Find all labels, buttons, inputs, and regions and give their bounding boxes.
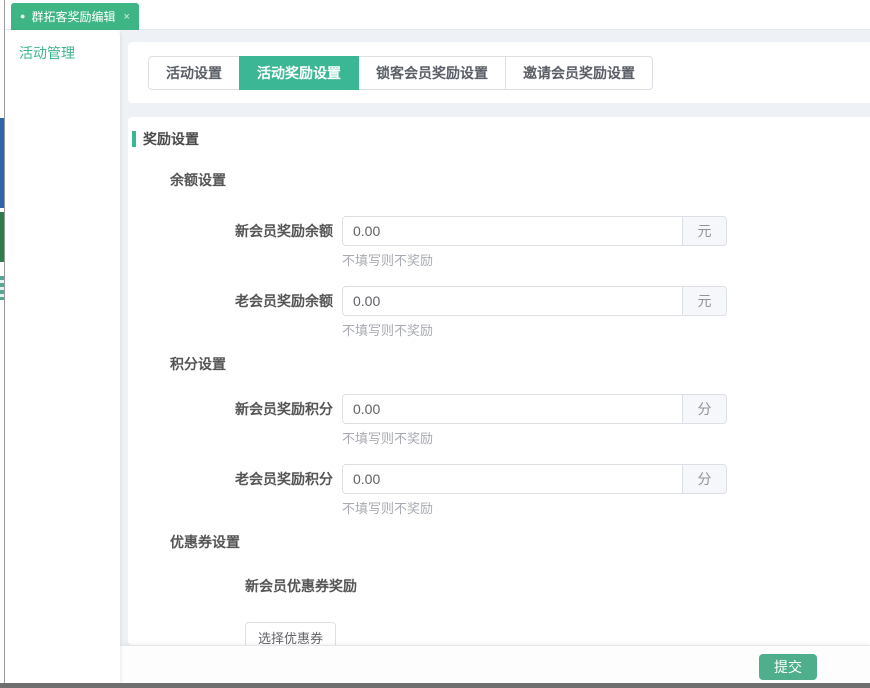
field-row: 新会员奖励余额 元 — [128, 216, 870, 246]
page-tab-bar: ● 群拓客奖励编辑 × — [5, 0, 870, 30]
sidebar: 活动管理 — [5, 30, 120, 683]
field-label: 新会员奖励积分 — [128, 394, 333, 424]
field-row: 老会员奖励积分 分 — [128, 464, 870, 494]
field-hint: 不填写则不奖励 — [342, 252, 870, 270]
reward-settings-card: 奖励设置 余额设置 新会员奖励余额 元 不填写则不奖励 老会员奖励余额 元 不填… — [128, 117, 870, 645]
field-hint: 不填写则不奖励 — [342, 430, 870, 448]
unit-suffix: 元 — [682, 287, 726, 315]
new-member-balance-input[interactable] — [343, 217, 682, 245]
section-title: 奖励设置 — [132, 130, 870, 148]
input-wrapper: 元 — [342, 286, 727, 316]
unit-suffix: 分 — [682, 395, 726, 423]
input-wrapper: 分 — [342, 394, 727, 424]
tab-activity-settings[interactable]: 活动设置 — [148, 56, 240, 90]
group-title-balance: 余额设置 — [170, 170, 870, 190]
page-tab-label: 群拓客奖励编辑 — [31, 8, 115, 25]
tab-activity-reward-settings[interactable]: 活动奖励设置 — [239, 56, 359, 90]
input-wrapper: 元 — [342, 216, 727, 246]
tabs-card: 活动设置 活动奖励设置 锁客会员奖励设置 邀请会员奖励设置 — [128, 42, 870, 103]
field-row: 新会员奖励积分 分 — [128, 394, 870, 424]
submit-button[interactable]: 提交 — [759, 654, 817, 680]
field-label: 老会员奖励积分 — [128, 464, 333, 494]
new-member-points-input[interactable] — [343, 395, 682, 423]
window-bottom-edge — [0, 683, 870, 688]
sidebar-item-activity-management[interactable]: 活动管理 — [5, 30, 120, 63]
section-title-text: 奖励设置 — [143, 129, 199, 149]
field-hint: 不填写则不奖励 — [342, 500, 870, 518]
active-dot-icon: ● — [20, 12, 25, 21]
tab-lock-member-reward-settings[interactable]: 锁客会员奖励设置 — [358, 56, 506, 90]
settings-tab-group: 活动设置 活动奖励设置 锁客会员奖励设置 邀请会员奖励设置 — [148, 56, 653, 90]
main-area: 活动设置 活动奖励设置 锁客会员奖励设置 邀请会员奖励设置 奖励设置 余额设置 … — [120, 30, 870, 683]
left-edge-artifact — [0, 118, 4, 208]
page-tab-reward-edit[interactable]: ● 群拓客奖励编辑 × — [11, 3, 139, 30]
unit-suffix: 元 — [682, 217, 726, 245]
tab-invite-member-reward-settings[interactable]: 邀请会员奖励设置 — [505, 56, 653, 90]
field-row: 老会员奖励余额 元 — [128, 286, 870, 316]
section-accent-bar — [132, 131, 136, 147]
field-label: 老会员奖励余额 — [128, 286, 333, 316]
coupon-reward-label: 新会员优惠券奖励 — [245, 576, 870, 596]
field-label: 新会员奖励余额 — [128, 216, 333, 246]
group-title-coupon: 优惠券设置 — [170, 532, 870, 552]
group-title-points: 积分设置 — [170, 354, 870, 374]
field-hint: 不填写则不奖励 — [342, 322, 870, 340]
unit-suffix: 分 — [682, 465, 726, 493]
old-member-balance-input[interactable] — [343, 287, 682, 315]
footer-bar: 提交 — [120, 646, 870, 683]
old-member-points-input[interactable] — [343, 465, 682, 493]
left-edge-artifact — [0, 212, 4, 262]
left-edge-artifact — [0, 276, 4, 300]
input-wrapper: 分 — [342, 464, 727, 494]
select-coupon-button[interactable]: 选择优惠券 — [245, 622, 336, 645]
close-icon[interactable]: × — [123, 11, 129, 23]
